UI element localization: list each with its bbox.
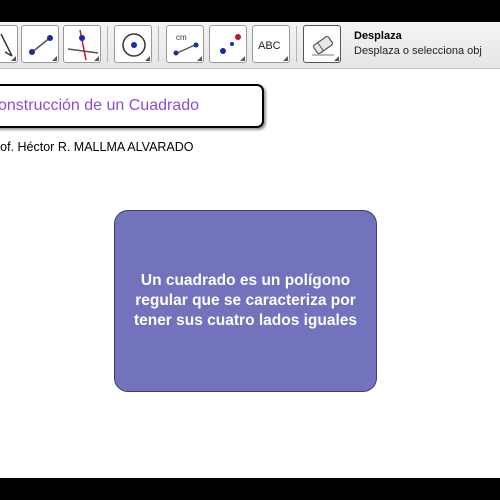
dropdown-corner-icon [145,56,150,61]
dropdown-corner-icon [94,56,99,61]
toolbar-separator [107,26,108,62]
distance-tool-button[interactable]: cm [166,25,204,63]
dropdown-corner-icon [197,56,202,61]
definition-text: Un cuadrado es un polígono regular que s… [133,272,358,329]
move-tool-icon [0,33,13,57]
perpendicular-line-tool-button[interactable] [63,25,101,63]
toolbar: cm ABC Desplaza Desplaza o selecciona ob… [0,22,500,69]
reflect-tool-button[interactable] [209,25,247,63]
dropdown-corner-icon [283,56,288,61]
move-tool-button[interactable] [0,25,18,63]
line-tool-button[interactable] [21,25,59,63]
geogebra-window: cm ABC Desplaza Desplaza o selecciona ob… [0,22,500,478]
circle-tool-button[interactable] [114,25,152,63]
page-title: onstrucción de un Cuadrado [0,97,200,114]
definition-box[interactable]: Un cuadrado es un polígono regular que s… [114,210,377,392]
toolbar-separator [296,26,297,62]
dropdown-corner-icon [52,56,57,61]
title-box[interactable]: onstrucción de un Cuadrado [0,84,264,128]
author-text[interactable]: rof. Héctor R. MALLMA ALVARADO [0,140,194,154]
dropdown-corner-icon [11,56,16,61]
tool-help: Desplaza Desplaza o selecciona obj [354,30,482,57]
tool-help-title: Desplaza [354,30,402,42]
text-tool-button[interactable]: ABC [252,25,290,63]
dropdown-corner-icon [334,56,339,61]
tool-help-description: Desplaza o selecciona obj [354,45,482,57]
eraser-tool-button[interactable] [303,25,341,63]
text-tool-label: ABC [258,40,281,52]
distance-tool-label: cm [176,33,187,42]
toolbar-separator [158,26,159,62]
dropdown-corner-icon [240,56,245,61]
